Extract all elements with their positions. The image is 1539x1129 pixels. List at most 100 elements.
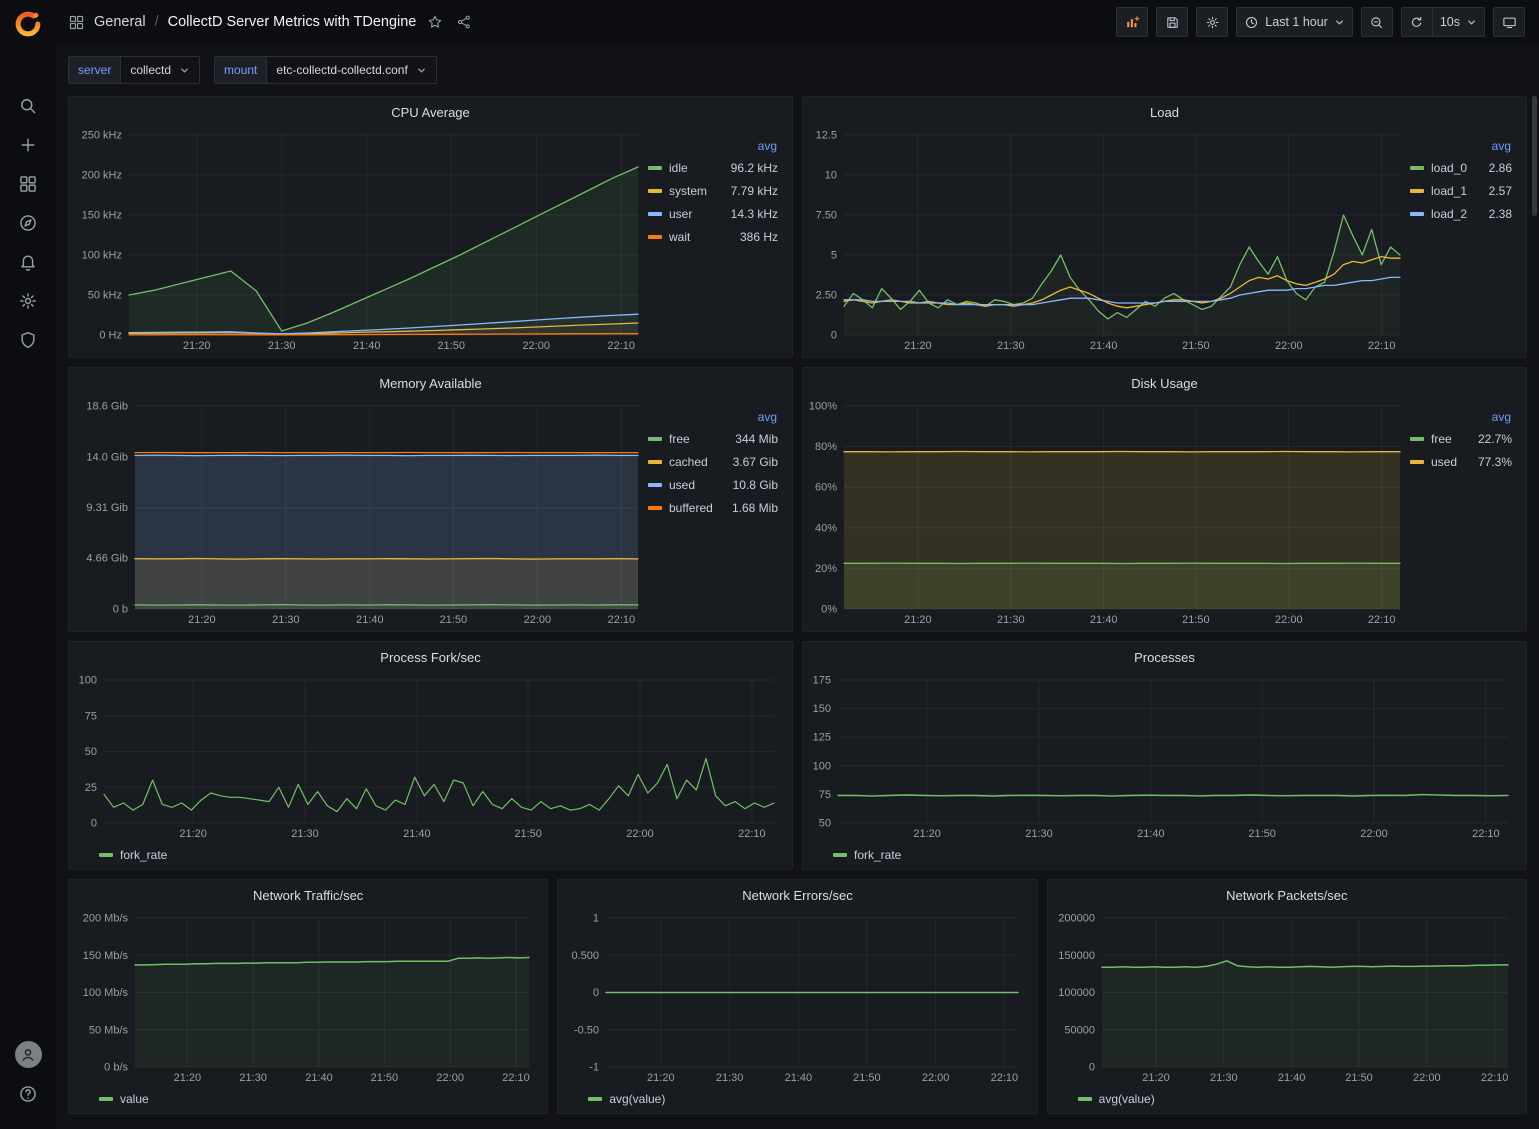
- legend-item[interactable]: fork_rate: [833, 848, 901, 862]
- breadcrumb-separator: /: [155, 14, 159, 30]
- legend-calc-header[interactable]: avg: [1410, 139, 1512, 153]
- panel-title[interactable]: Network Packets/sec: [1048, 880, 1526, 910]
- panel-memory-available: Memory Available 0 b4.66 Gib9.31 Gib14.0…: [68, 367, 793, 632]
- svg-text:2.50: 2.50: [816, 290, 837, 302]
- panel-network-traffic: Network Traffic/sec 0 b/s50 Mb/s100 Mb/s…: [68, 879, 548, 1114]
- chevron-down-icon: [1466, 17, 1477, 28]
- timeseries-chart[interactable]: -1-0.5000.500121:2021:3021:4021:5022:002…: [560, 910, 1026, 1087]
- legend: avg load_02.86load_12.57load_22.38: [1408, 127, 1520, 355]
- server-admin-icon[interactable]: [0, 320, 56, 359]
- legend-item[interactable]: user14.3 kHz: [648, 202, 778, 225]
- legend-calc-header[interactable]: avg: [648, 410, 778, 424]
- refresh-interval-picker[interactable]: 10s: [1433, 7, 1485, 37]
- panel-row-3: Process Fork/sec 025507510021:2021:3021:…: [68, 641, 1527, 870]
- legend: fork_rate: [805, 843, 1516, 867]
- legend-item[interactable]: avg(value): [1078, 1092, 1155, 1106]
- legend-item[interactable]: system 7.79 kHz: [648, 179, 778, 202]
- timeseries-chart[interactable]: 507510012515017521:2021:3021:4021:5022:0…: [805, 672, 1516, 843]
- legend-label: free: [1431, 432, 1452, 446]
- svg-text:0 Hz: 0 Hz: [99, 330, 122, 342]
- timeseries-chart[interactable]: 025507510021:2021:3021:4021:5022:0022:10: [71, 672, 782, 843]
- series-color-swatch: [99, 853, 113, 857]
- svg-text:50: 50: [85, 746, 97, 758]
- explore-icon[interactable]: [0, 203, 56, 242]
- grafana-logo[interactable]: [0, 0, 56, 48]
- legend-item[interactable]: free22.7%: [1410, 427, 1512, 450]
- legend-item[interactable]: idle96.2 kHz: [648, 156, 778, 179]
- legend-label: system: [669, 184, 707, 198]
- configuration-icon[interactable]: [0, 281, 56, 320]
- scrollbar[interactable]: [1532, 96, 1537, 216]
- create-icon[interactable]: [0, 125, 56, 164]
- svg-text:22:00: 22:00: [1360, 828, 1388, 840]
- save-dashboard-button[interactable]: [1156, 7, 1188, 37]
- legend-item[interactable]: cached3.67 Gib: [648, 450, 778, 473]
- timeseries-chart[interactable]: 0 b/s50 Mb/s100 Mb/s150 Mb/s200 Mb/s21:2…: [71, 910, 537, 1087]
- variable-select-server[interactable]: collectd: [120, 56, 200, 84]
- zoom-out-button[interactable]: [1361, 7, 1393, 37]
- legend-item[interactable]: load_02.86: [1410, 156, 1512, 179]
- panel-title[interactable]: Memory Available: [69, 368, 792, 398]
- panel-title[interactable]: Load: [803, 97, 1526, 127]
- search-icon[interactable]: [0, 86, 56, 125]
- legend-label: avg(value): [1099, 1092, 1155, 1106]
- breadcrumb-section[interactable]: General: [94, 14, 146, 30]
- alerting-icon[interactable]: [0, 242, 56, 281]
- top-navbar: General / CollectD Server Metrics with T…: [56, 0, 1539, 44]
- legend-item[interactable]: fork_rate: [99, 848, 167, 862]
- legend-item[interactable]: used10.8 Gib: [648, 473, 778, 496]
- svg-text:21:30: 21:30: [239, 1072, 267, 1084]
- timeseries-chart[interactable]: 05000010000015000020000021:2021:3021:402…: [1050, 910, 1516, 1087]
- star-icon[interactable]: [425, 12, 445, 32]
- help-icon[interactable]: [0, 1074, 56, 1113]
- panel-row-1: CPU Average 0 Hz50 kHz100 kHz150 kHz200 …: [68, 96, 1527, 358]
- breadcrumb-title[interactable]: CollectD Server Metrics with TDengine: [168, 14, 417, 30]
- svg-text:10: 10: [825, 170, 837, 182]
- legend-item[interactable]: used77.3%: [1410, 450, 1512, 473]
- svg-text:22:10: 22:10: [502, 1072, 530, 1084]
- dashboard-settings-button[interactable]: [1196, 7, 1228, 37]
- series-color-swatch: [1078, 1097, 1092, 1101]
- user-avatar[interactable]: [0, 1035, 56, 1074]
- panel-title[interactable]: Processes: [803, 642, 1526, 672]
- legend-value: 77.3%: [1478, 455, 1512, 469]
- legend-calc-header[interactable]: avg: [648, 139, 778, 153]
- share-icon[interactable]: [454, 12, 474, 32]
- legend-item[interactable]: buffered1.68 Mib: [648, 496, 778, 519]
- legend-value: 7.79 kHz: [731, 184, 778, 198]
- legend-label: avg(value): [609, 1092, 665, 1106]
- add-panel-button[interactable]: [1116, 7, 1148, 37]
- legend-item[interactable]: value: [99, 1092, 149, 1106]
- sidebar-nav: [0, 86, 56, 359]
- panel-title[interactable]: Disk Usage: [803, 368, 1526, 398]
- series-color-swatch: [648, 506, 662, 510]
- legend-item[interactable]: avg(value): [588, 1092, 665, 1106]
- panel-title[interactable]: Network Traffic/sec: [69, 880, 547, 910]
- legend-item[interactable]: free344 Mib: [648, 427, 778, 450]
- refresh-interval-label: 10s: [1440, 15, 1460, 29]
- legend-item[interactable]: wait386 Hz: [648, 225, 778, 248]
- svg-text:22:00: 22:00: [436, 1072, 464, 1084]
- timeseries-chart[interactable]: 02.5057.501012.521:2021:3021:4021:5022:0…: [805, 127, 1408, 355]
- timeseries-chart[interactable]: 0%20%40%60%80%100%21:2021:3021:4021:5022…: [805, 398, 1408, 629]
- timeseries-chart[interactable]: 0 Hz50 kHz100 kHz150 kHz200 kHz250 kHz21…: [71, 127, 646, 355]
- panel-processes: Processes 507510012515017521:2021:3021:4…: [802, 641, 1527, 870]
- panel-title[interactable]: Process Fork/sec: [69, 642, 792, 672]
- sidebar-bottom: [0, 1035, 56, 1129]
- svg-text:21:40: 21:40: [353, 340, 381, 352]
- legend-item[interactable]: load_12.57: [1410, 179, 1512, 202]
- svg-text:100 kHz: 100 kHz: [82, 250, 122, 262]
- svg-text:21:20: 21:20: [904, 340, 932, 352]
- timeseries-chart[interactable]: 0 b4.66 Gib9.31 Gib14.0 Gib18.6 Gib21:20…: [71, 398, 646, 629]
- legend-label: wait: [669, 230, 690, 244]
- panel-title[interactable]: Network Errors/sec: [558, 880, 1036, 910]
- refresh-button[interactable]: [1401, 7, 1433, 37]
- time-range-picker[interactable]: Last 1 hour: [1236, 7, 1353, 37]
- dashboards-icon[interactable]: [0, 164, 56, 203]
- tv-mode-button[interactable]: [1493, 7, 1525, 37]
- panel-title[interactable]: CPU Average: [69, 97, 792, 127]
- legend-item[interactable]: load_22.38: [1410, 202, 1512, 225]
- variable-select-mount[interactable]: etc-collectd-collectd.conf: [266, 56, 436, 84]
- legend-calc-header[interactable]: avg: [1410, 410, 1512, 424]
- svg-text:50 Mb/s: 50 Mb/s: [89, 1024, 129, 1036]
